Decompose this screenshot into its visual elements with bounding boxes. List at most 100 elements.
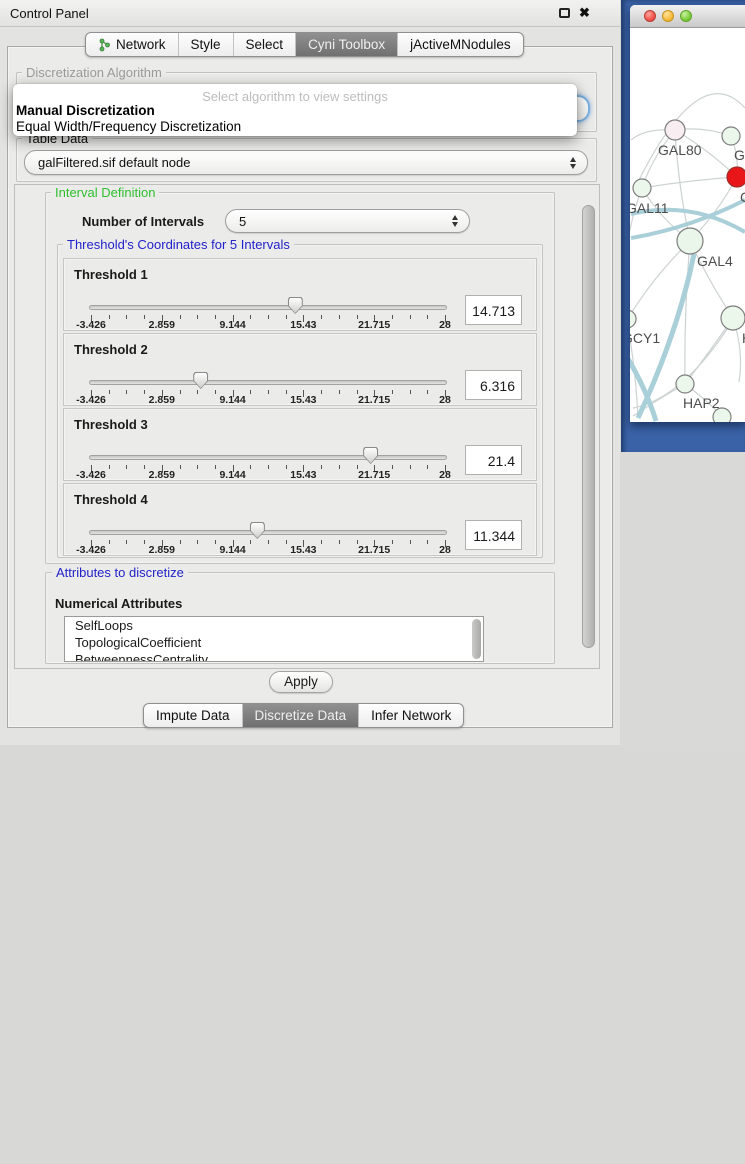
node-label: G (734, 147, 745, 163)
tick-mark (109, 465, 110, 469)
tick-mark (109, 540, 110, 544)
network-node-c[interactable] (727, 167, 745, 187)
tick-label: 28 (439, 394, 451, 406)
threshold-value-field[interactable]: 14.713 (465, 295, 522, 325)
table-panel-region: Table Panel ✓ ✓ shared... n YDL19...YDL1… (621, 452, 745, 745)
numerical-attributes-label: Numerical Attributes (55, 596, 182, 611)
tick-mark (250, 390, 251, 394)
tab-label: Select (246, 37, 284, 52)
tab-impute-data[interactable]: Impute Data (144, 704, 243, 727)
control-panel-window: Control Panel ✖ NetworkStyle Select Cyni T… (0, 0, 620, 745)
tick-mark (180, 315, 181, 319)
tick-mark (109, 315, 110, 319)
table-data-value: galFiltered.sif default node (25, 155, 570, 170)
menu-item-equal-width-frequency-discretization[interactable]: Equal Width/Frequency Discretization (15, 119, 575, 134)
apply-button[interactable]: Apply (269, 671, 333, 693)
tab-cyni-toolbox[interactable]: Cyni Toolbox (296, 33, 398, 56)
tick-mark (144, 540, 145, 544)
tick-mark (250, 465, 251, 469)
network-node[interactable] (713, 408, 731, 422)
tick-mark (268, 540, 269, 544)
tick-label: 9.144 (219, 394, 245, 406)
threshold-value-field[interactable]: 11.344 (465, 520, 522, 550)
numerical-attributes-list[interactable]: SelfLoopsTopologicalCoefficientBetweenne… (64, 616, 484, 662)
tick-label: 9.144 (219, 544, 245, 556)
tick-label: 21.715 (358, 469, 390, 481)
tick-mark (215, 390, 216, 394)
vertical-scrollbar[interactable] (582, 205, 595, 648)
slider-track[interactable] (89, 530, 447, 535)
threshold-value-field[interactable]: 21.4 (465, 445, 522, 475)
tab-infer-network[interactable]: Infer Network (359, 704, 463, 727)
tick-mark (250, 315, 251, 319)
mac-close-button[interactable] (644, 10, 656, 22)
network-node-gal11[interactable] (633, 179, 651, 197)
close-icon[interactable]: ✖ (579, 5, 590, 21)
tick-label: 15.43 (290, 319, 316, 331)
network-node-gal4[interactable] (677, 228, 703, 254)
list-item-betweennesscentrality[interactable]: BetweennessCentrality (65, 651, 483, 662)
list-item-selfloops[interactable]: SelfLoops (65, 617, 483, 634)
attributes-group-label: Attributes to discretize (52, 565, 188, 580)
tick-mark (392, 540, 393, 544)
discretization-algorithm-label: Discretization Algorithm (22, 65, 166, 80)
menu-item-manual-discretization[interactable]: Manual Discretization (15, 103, 575, 118)
control-panel-tab-bar: NetworkStyle Select Cyni Toolbox jActiveMNo… (85, 32, 524, 57)
tick-mark (321, 540, 322, 544)
tick-label: 2.859 (149, 469, 175, 481)
tick-mark (427, 390, 428, 394)
list-item-topologicalcoefficient[interactable]: TopologicalCoefficient (65, 634, 483, 651)
tick-mark (197, 390, 198, 394)
tab-discretize-data[interactable]: Discretize Data (243, 704, 360, 727)
undock-icon[interactable] (559, 8, 570, 18)
tick-label: 28 (439, 319, 451, 331)
node-label: C (740, 189, 745, 205)
tick-mark (392, 465, 393, 469)
tick-mark (286, 390, 287, 394)
tick-mark (427, 465, 428, 469)
slider-thumb[interactable] (250, 522, 265, 539)
slider-track[interactable] (89, 380, 447, 385)
network-window-titlebar[interactable] (630, 5, 745, 28)
tick-mark (215, 465, 216, 469)
tick-label: 9.144 (219, 319, 245, 331)
tick-label: -3.426 (76, 319, 106, 331)
network-node-h[interactable] (721, 306, 745, 330)
mac-minimize-button[interactable] (662, 10, 674, 22)
tick-mark (427, 315, 428, 319)
tick-mark (126, 390, 127, 394)
threshold-label: Threshold 1 (74, 267, 148, 282)
network-node-hap2[interactable] (676, 375, 694, 393)
list-scrollbar[interactable] (472, 619, 481, 659)
mac-zoom-button[interactable] (680, 10, 692, 22)
tab-label: Discretize Data (255, 708, 347, 723)
tab-select[interactable]: Select (234, 33, 297, 56)
slider-track[interactable] (89, 455, 447, 460)
panel-title: Control Panel (10, 6, 89, 21)
network-node-gcy1[interactable] (630, 310, 636, 328)
number-of-intervals-spinner[interactable]: 5 (225, 209, 470, 233)
threshold-label: Threshold 4 (74, 492, 148, 507)
threshold-value-field[interactable]: 6.316 (465, 370, 522, 400)
tick-mark (180, 465, 181, 469)
tab-network[interactable]: Network (86, 33, 179, 56)
algorithm-dropdown-popup: Select algorithm to view settings Manual… (13, 84, 577, 136)
threshold-label: Threshold 2 (74, 342, 148, 357)
tick-mark (392, 390, 393, 394)
slider-thumb[interactable] (193, 372, 208, 389)
table-data-combobox[interactable]: galFiltered.sif default node (24, 150, 588, 175)
slider-track[interactable] (89, 305, 447, 310)
tick-mark (339, 465, 340, 469)
network-edge (642, 177, 737, 188)
slider-thumb[interactable] (363, 447, 378, 464)
tick-label: 2.859 (149, 319, 175, 331)
network-node-g[interactable] (722, 127, 740, 145)
slider-thumb[interactable] (288, 297, 303, 314)
tab-label: jActiveMNodules (410, 37, 511, 52)
network-canvas[interactable]: GAL80GCGAL11GAL4GCY1HHAP2 (630, 28, 745, 422)
tab-jactivemnodules[interactable]: jActiveMNodules (398, 33, 523, 56)
tick-label: 9.144 (219, 469, 245, 481)
network-node-gal80[interactable] (665, 120, 685, 140)
tick-mark (215, 315, 216, 319)
tab-style[interactable]: Style (179, 33, 234, 56)
